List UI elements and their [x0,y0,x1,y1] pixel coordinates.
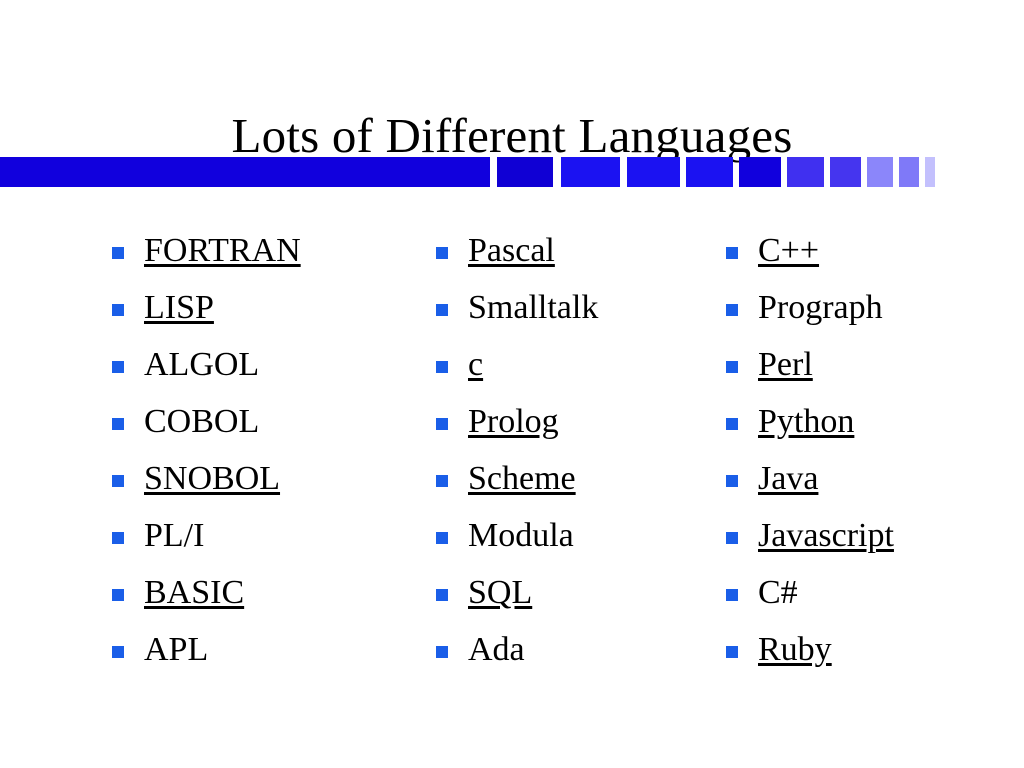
language-link[interactable]: Scheme [468,456,576,499]
bar-segment-5 [686,157,733,187]
square-bullet-icon [436,418,448,430]
language-label: Smalltalk [468,289,599,326]
list-item: COBOL [112,399,412,456]
square-bullet-icon [436,361,448,373]
square-bullet-icon [726,646,738,658]
list-item[interactable]: Javascript [726,513,1006,570]
bar-segment-10 [899,157,919,187]
language-label: PL/I [144,517,205,554]
list-item[interactable]: SQL [436,570,696,627]
language-link[interactable]: BASIC [144,570,244,613]
list-item[interactable]: Scheme [436,456,696,513]
list-item: Ada [436,627,696,684]
language-link[interactable]: Ruby [758,627,832,670]
list-item: Smalltalk [436,285,696,342]
square-bullet-icon [726,475,738,487]
square-bullet-icon [726,418,738,430]
decorative-segmented-bar [0,157,1024,187]
list-item[interactable]: Perl [726,342,1006,399]
bar-segment-3 [561,157,620,187]
language-link[interactable]: c [468,342,483,385]
square-bullet-icon [436,646,448,658]
language-link[interactable]: Pascal [468,228,555,271]
list-item[interactable]: Python [726,399,1006,456]
square-bullet-icon [436,532,448,544]
square-bullet-icon [112,646,124,658]
list-item[interactable]: c [436,342,696,399]
square-bullet-icon [436,247,448,259]
language-link[interactable]: SNOBOL [144,456,280,499]
language-link[interactable]: Javascript [758,513,894,556]
language-label: COBOL [144,403,260,440]
language-label: ALGOL [144,346,260,383]
square-bullet-icon [726,304,738,316]
list-item[interactable]: Pascal [436,228,696,285]
language-link[interactable]: Perl [758,342,813,385]
bar-segment-9 [867,157,893,187]
square-bullet-icon [112,418,124,430]
list-item: Prograph [726,285,1006,342]
language-label: Ada [468,631,525,668]
list-item[interactable]: Prolog [436,399,696,456]
list-item: APL [112,627,412,684]
square-bullet-icon [112,532,124,544]
list-item[interactable]: Ruby [726,627,1006,684]
language-label: Modula [468,517,574,554]
language-label: C# [758,574,798,611]
list-item[interactable]: FORTRAN [112,228,412,285]
square-bullet-icon [726,589,738,601]
language-column-middle: Pascal Smalltalk c Prolog Scheme Modula SQL Ada [436,228,696,684]
language-link[interactable]: Prolog [468,399,559,442]
square-bullet-icon [726,361,738,373]
square-bullet-icon [726,532,738,544]
list-item[interactable]: Java [726,456,1006,513]
language-link[interactable]: Python [758,399,854,442]
square-bullet-icon [436,304,448,316]
list-item: PL/I [112,513,412,570]
square-bullet-icon [726,247,738,259]
language-link[interactable]: FORTRAN [144,228,301,271]
list-item[interactable]: LISP [112,285,412,342]
bar-segment-1 [0,157,490,187]
language-column-right: C++ Prograph Perl Python Java Javascript C# Rub… [726,228,1006,684]
language-lists: FORTRAN LISP ALGOL COBOL SNOBOL PL/I BASIC APL … [0,228,1024,698]
list-item[interactable]: SNOBOL [112,456,412,513]
list-item: Modula [436,513,696,570]
bar-segment-8 [830,157,861,187]
square-bullet-icon [112,247,124,259]
list-item: ALGOL [112,342,412,399]
square-bullet-icon [112,589,124,601]
language-link[interactable]: LISP [144,285,214,328]
square-bullet-icon [436,589,448,601]
language-link[interactable]: SQL [468,570,532,613]
list-item[interactable]: BASIC [112,570,412,627]
bar-segment-2 [497,157,553,187]
language-label: Prograph [758,289,883,326]
list-item[interactable]: C++ [726,228,1006,285]
list-item: C# [726,570,1006,627]
square-bullet-icon [436,475,448,487]
language-link[interactable]: Java [758,456,818,499]
language-link[interactable]: C++ [758,228,819,271]
bar-segment-7 [787,157,824,187]
bar-segment-11 [925,157,935,187]
bar-segment-6 [739,157,781,187]
language-label: APL [144,631,209,668]
language-column-left: FORTRAN LISP ALGOL COBOL SNOBOL PL/I BASIC APL [112,228,412,684]
bar-segment-4 [627,157,680,187]
square-bullet-icon [112,361,124,373]
square-bullet-icon [112,304,124,316]
square-bullet-icon [112,475,124,487]
